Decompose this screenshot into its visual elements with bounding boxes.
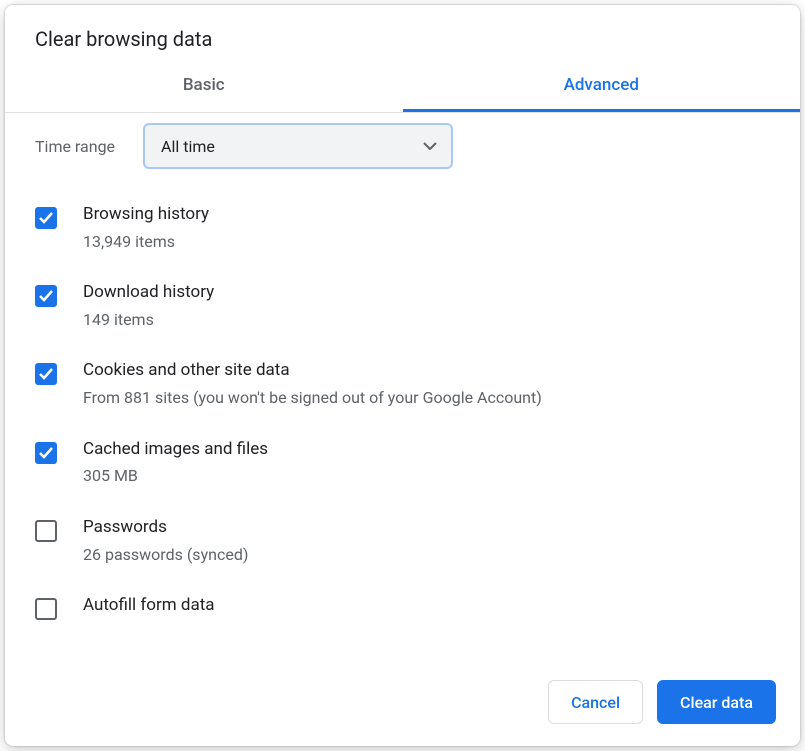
option-subtitle: 149 items — [83, 309, 770, 331]
tab-advanced[interactable]: Advanced — [403, 61, 801, 112]
option-title: Cookies and other site data — [83, 359, 770, 383]
cancel-button[interactable]: Cancel — [548, 680, 643, 724]
option-title: Browsing history — [83, 203, 770, 227]
dialog-footer: Cancel Clear data — [5, 660, 800, 746]
checkbox-download-history[interactable] — [35, 285, 57, 307]
option-subtitle: 26 passwords (synced) — [83, 544, 770, 566]
option-passwords: Passwords 26 passwords (synced) — [35, 502, 770, 580]
clear-browsing-data-dialog: Clear browsing data Basic Advanced Time … — [5, 5, 800, 746]
option-subtitle: 305 MB — [83, 465, 770, 487]
option-title: Passwords — [83, 516, 770, 540]
option-browsing-history: Browsing history 13,949 items — [35, 189, 770, 267]
option-cookies: Cookies and other site data From 881 sit… — [35, 345, 770, 423]
option-title: Cached images and files — [83, 438, 770, 462]
option-download-history: Download history 149 items — [35, 267, 770, 345]
dialog-title: Clear browsing data — [5, 5, 800, 61]
option-cached: Cached images and files 305 MB — [35, 424, 770, 502]
option-autofill: Autofill form data — [35, 580, 770, 636]
checkbox-passwords[interactable] — [35, 520, 57, 542]
checkbox-browsing-history[interactable] — [35, 207, 57, 229]
time-range-label: Time range — [35, 137, 115, 156]
checkbox-autofill[interactable] — [35, 598, 57, 620]
option-subtitle: 13,949 items — [83, 231, 770, 253]
content-scroll-area[interactable]: Time range All time Browsing history 13,… — [5, 113, 800, 660]
option-title: Autofill form data — [83, 594, 770, 618]
checkbox-cookies[interactable] — [35, 363, 57, 385]
time-range-row: Time range All time — [5, 113, 800, 189]
time-range-select[interactable]: All time — [143, 123, 453, 169]
tab-bar: Basic Advanced — [5, 61, 800, 113]
option-title: Download history — [83, 281, 770, 305]
checkbox-cached[interactable] — [35, 442, 57, 464]
clear-data-button[interactable]: Clear data — [657, 680, 776, 724]
option-subtitle: From 881 sites (you won't be signed out … — [83, 387, 770, 409]
tab-basic[interactable]: Basic — [5, 61, 403, 112]
time-range-value: All time — [161, 137, 215, 156]
options-list: Browsing history 13,949 items Download h… — [5, 189, 800, 656]
